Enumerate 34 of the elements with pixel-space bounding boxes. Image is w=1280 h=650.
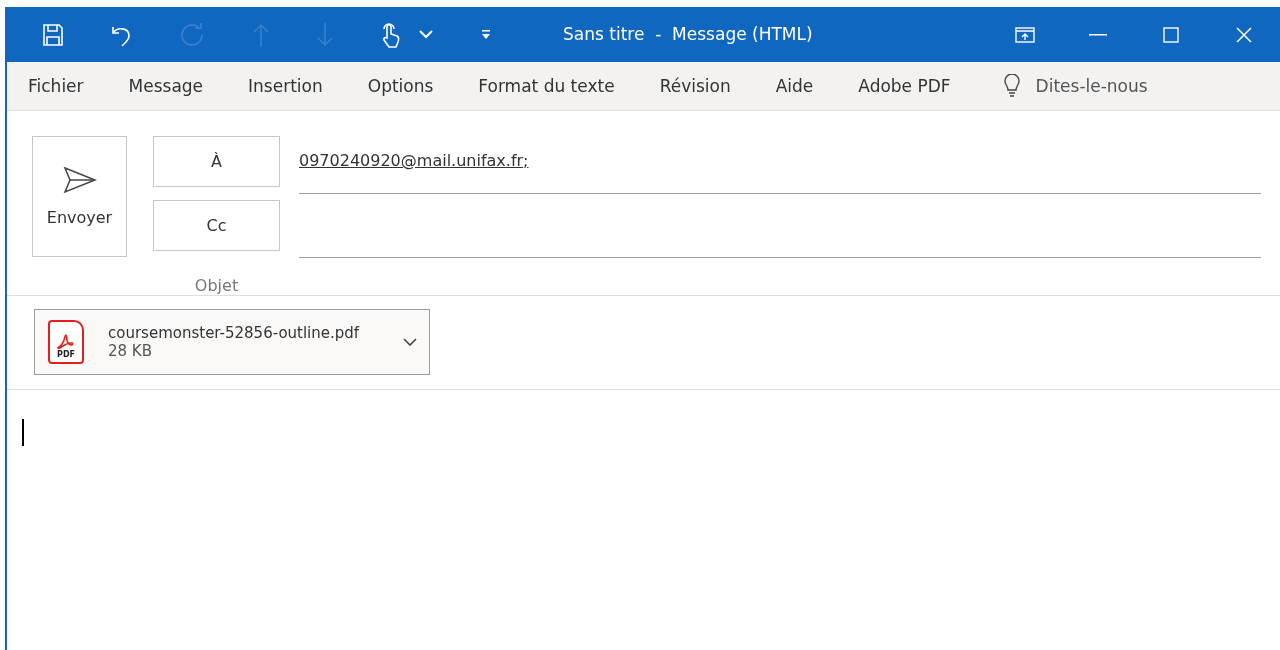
maximize-icon xyxy=(1162,26,1179,43)
lightbulb-icon xyxy=(1003,74,1020,98)
ribbon-tab[interactable]: Insertion xyxy=(248,70,323,102)
pdf-file-icon: PDF xyxy=(48,320,84,364)
chevron-down-icon[interactable] xyxy=(403,338,417,346)
down-arrow-icon xyxy=(317,22,333,47)
to-field[interactable]: 0970240920@mail.unifax.fr; xyxy=(299,136,1261,194)
tell-me-field[interactable]: Dites-le-nous xyxy=(1035,76,1148,96)
chevron-down-icon xyxy=(419,30,433,39)
ribbon-tab[interactable]: Message xyxy=(128,70,204,102)
to-button[interactable]: À xyxy=(153,136,280,187)
ribbon-display-icon xyxy=(1014,26,1035,43)
minimize-icon xyxy=(1088,33,1107,36)
redo-icon xyxy=(181,22,205,47)
attachment-name: coursemonster-52856-outline.pdf xyxy=(108,324,360,342)
close-icon xyxy=(1235,26,1252,43)
hand-pointer-icon xyxy=(381,21,401,48)
window-title: Sans titre - Message (HTML) xyxy=(563,23,813,46)
send-button[interactable]: Envoyer xyxy=(32,136,127,257)
up-arrow-icon xyxy=(253,22,269,47)
ribbon-tab[interactable]: Fichier xyxy=(28,70,84,102)
ribbon-tab[interactable]: Options xyxy=(367,70,434,102)
send-icon xyxy=(62,166,97,194)
subject-label: Objet xyxy=(193,276,240,295)
ribbon-tab[interactable]: Adobe PDF xyxy=(858,70,951,102)
text-cursor xyxy=(22,419,24,446)
save-icon xyxy=(43,23,63,46)
ribbon-tab[interactable]: Révision xyxy=(659,70,731,102)
ribbon-tab[interactable]: Aide xyxy=(775,70,814,102)
ribbon-tab[interactable]: Format du texte xyxy=(478,70,615,102)
customize-icon xyxy=(481,29,491,40)
cc-button[interactable]: Cc xyxy=(153,200,280,251)
attachment-card[interactable]: PDF coursemonster-52856-outline.pdf 28 KB xyxy=(34,309,430,375)
attachment-size: 28 KB xyxy=(108,342,153,360)
